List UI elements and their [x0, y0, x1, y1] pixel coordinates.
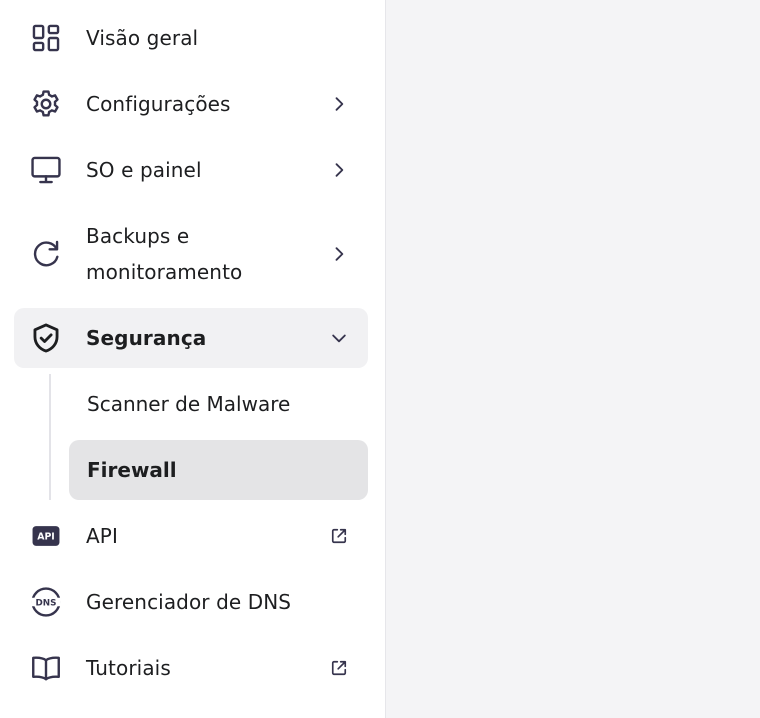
- external-link-icon: [328, 525, 350, 547]
- sidebar-item-backups-monitoring[interactable]: Backups e monitoramento: [14, 208, 368, 300]
- api-icon: API: [28, 518, 64, 554]
- sidebar-item-tutorials[interactable]: Tutoriais: [14, 638, 368, 698]
- refresh-icon: [28, 236, 64, 272]
- sidebar-item-label: API: [86, 524, 118, 548]
- shield-check-icon: [28, 320, 64, 356]
- sidebar-item-label: Visão geral: [86, 26, 199, 50]
- sidebar-subitem-label: Scanner de Malware: [87, 392, 291, 416]
- monitor-icon: [28, 152, 64, 188]
- chevron-right-icon: [328, 243, 350, 265]
- sidebar: Visão geral Configurações SO e painel Ba…: [0, 0, 386, 718]
- sidebar-item-os-panel[interactable]: SO e painel: [14, 140, 368, 200]
- sidebar-item-label: Tutoriais: [86, 656, 171, 680]
- sidebar-item-overview[interactable]: Visão geral: [14, 8, 368, 68]
- sidebar-item-label: Segurança: [86, 326, 207, 350]
- chevron-right-icon: [328, 93, 350, 115]
- chevron-down-icon: [328, 327, 350, 349]
- svg-text:DNS: DNS: [36, 598, 57, 608]
- sidebar-item-security[interactable]: Segurança: [14, 308, 368, 368]
- sidebar-item-label: Configurações: [86, 92, 231, 116]
- grid-icon: [28, 20, 64, 56]
- external-link-icon: [328, 657, 350, 679]
- gear-icon: [28, 86, 64, 122]
- sidebar-item-label: Backups e monitoramento: [86, 224, 243, 284]
- sidebar-subitem-malware-scanner[interactable]: Scanner de Malware: [69, 374, 368, 434]
- app-window: Visão geral Configurações SO e painel Ba…: [0, 0, 760, 718]
- book-icon: [28, 650, 64, 686]
- dns-icon: DNS: [28, 584, 64, 620]
- sidebar-item-dns-manager[interactable]: DNS Gerenciador de DNS: [14, 572, 368, 632]
- sidebar-subitem-label: Firewall: [87, 458, 177, 482]
- chevron-right-icon: [328, 159, 350, 181]
- sidebar-subitem-firewall[interactable]: Firewall: [69, 440, 368, 500]
- sidebar-item-settings[interactable]: Configurações: [14, 74, 368, 134]
- sidebar-item-label: Gerenciador de DNS: [86, 590, 292, 614]
- sidebar-item-api[interactable]: API API: [14, 506, 368, 566]
- svg-text:API: API: [37, 532, 55, 543]
- submenu-rail: [49, 374, 51, 500]
- sidebar-item-label: SO e painel: [86, 158, 202, 182]
- main-content-area: [386, 0, 760, 718]
